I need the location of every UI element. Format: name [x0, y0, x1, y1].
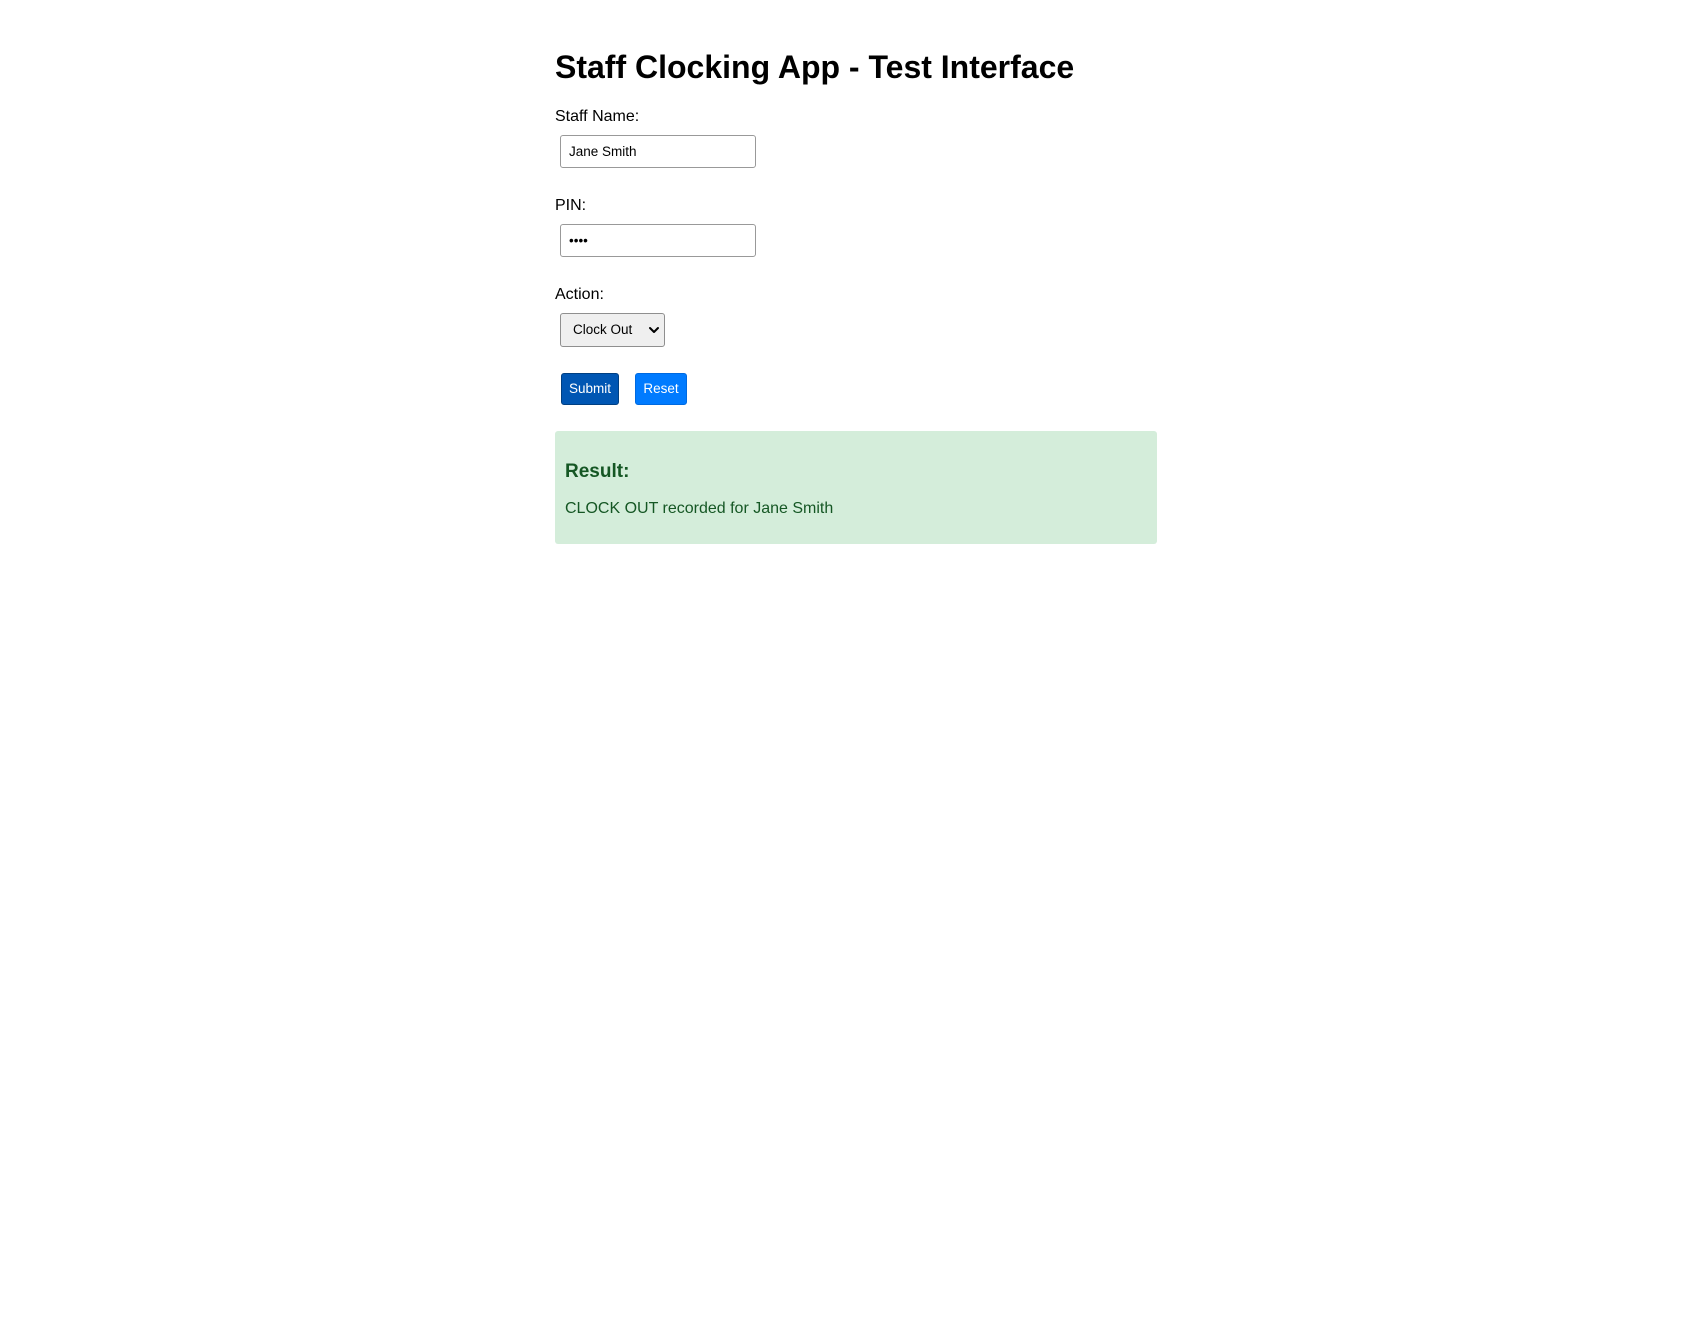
- chevron-down-icon: [649, 327, 659, 333]
- action-select-value: Clock Out: [573, 322, 633, 337]
- staff-name-label: Staff Name:: [555, 108, 640, 125]
- reset-button[interactable]: Reset: [635, 373, 687, 405]
- main-container: Staff Clocking App - Test Interface Staf…: [555, 0, 1157, 544]
- submit-button[interactable]: Submit: [561, 373, 619, 405]
- result-message: CLOCK OUT recorded for Jane Smith: [565, 500, 834, 517]
- action-label: Action:: [555, 286, 604, 303]
- staff-name-input[interactable]: [560, 135, 756, 168]
- pin-label: PIN:: [555, 197, 587, 214]
- button-row: Submit Reset: [561, 373, 1157, 405]
- page-title: Staff Clocking App - Test Interface: [555, 49, 1075, 85]
- result-panel: Result: CLOCK OUT recorded for Jane Smit…: [555, 431, 1157, 544]
- action-select[interactable]: Clock Out: [560, 313, 665, 347]
- result-heading: Result:: [565, 461, 630, 482]
- pin-input[interactable]: [560, 224, 756, 257]
